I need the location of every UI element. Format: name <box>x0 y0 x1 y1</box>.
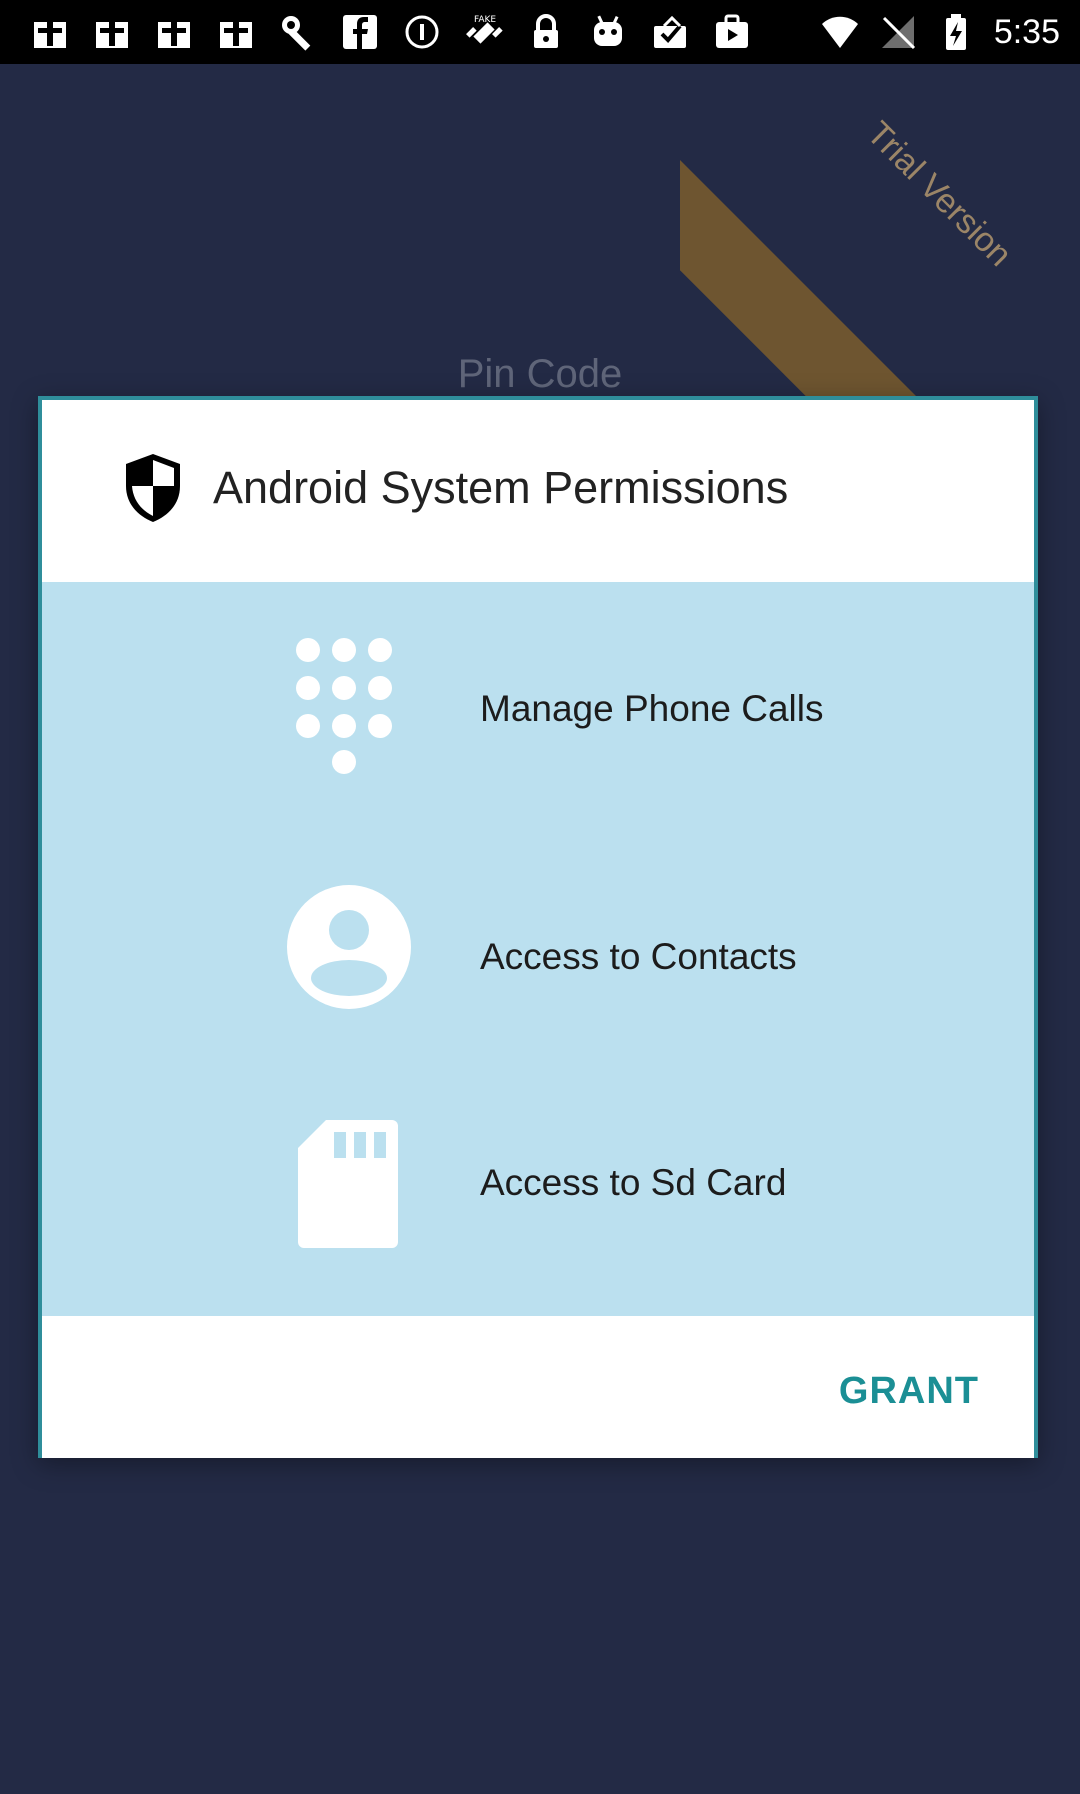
permissions-modal: Android System Permissions Manage Phone … <box>38 396 1038 1458</box>
modal-header: Android System Permissions <box>42 400 1034 582</box>
modal-footer: GRANT <box>42 1316 1034 1458</box>
grant-button[interactable]: GRANT <box>839 1370 979 1413</box>
pin-code-title: Pin Code <box>457 352 623 396</box>
status-bar-left-icons: FAKE <box>30 12 752 52</box>
notification-icon <box>158 16 190 48</box>
svg-text:FAKE: FAKE <box>474 15 496 25</box>
ribbon-label: Trial Version <box>859 114 1020 274</box>
permission-label-phone-calls: Manage Phone Calls <box>480 688 824 729</box>
permission-label-sd-card: Access to Sd Card <box>480 1162 787 1203</box>
permission-label-contacts: Access to Contacts <box>480 936 797 977</box>
lock-icon <box>534 14 558 48</box>
notification-icon <box>220 16 252 48</box>
wrench-icon <box>282 16 311 51</box>
battery-charging-icon <box>945 14 966 50</box>
contact-icon <box>287 885 411 1009</box>
permissions-panel: Manage Phone Calls Access to Contacts Ac… <box>42 582 1034 1316</box>
permission-row-contacts: Access to Contacts <box>42 882 1034 1062</box>
dialpad-icon <box>296 638 392 774</box>
sd-card-icon <box>298 1120 398 1248</box>
notification-icon <box>34 16 66 48</box>
status-bar-time: 5:35 <box>993 12 1060 51</box>
circle-i-icon <box>405 15 439 49</box>
fake-gps-icon: FAKE <box>466 15 503 44</box>
shield-icon <box>126 454 180 522</box>
wifi-icon <box>821 16 858 48</box>
notification-icon <box>96 16 128 48</box>
status-bar-right-icons: 5:35 <box>820 10 1060 54</box>
status-bar: FAKE 5:35 <box>0 0 1080 64</box>
play-icon <box>716 14 748 48</box>
android-icon <box>594 15 622 46</box>
facebook-icon <box>343 15 377 49</box>
modal-title: Android System Permissions <box>213 462 789 513</box>
no-signal-icon <box>881 16 915 50</box>
permission-row-phone-calls: Manage Phone Calls <box>42 634 1034 814</box>
clipboard-check-icon <box>654 15 686 48</box>
permission-row-sd-card: Access to Sd Card <box>42 1118 1034 1298</box>
